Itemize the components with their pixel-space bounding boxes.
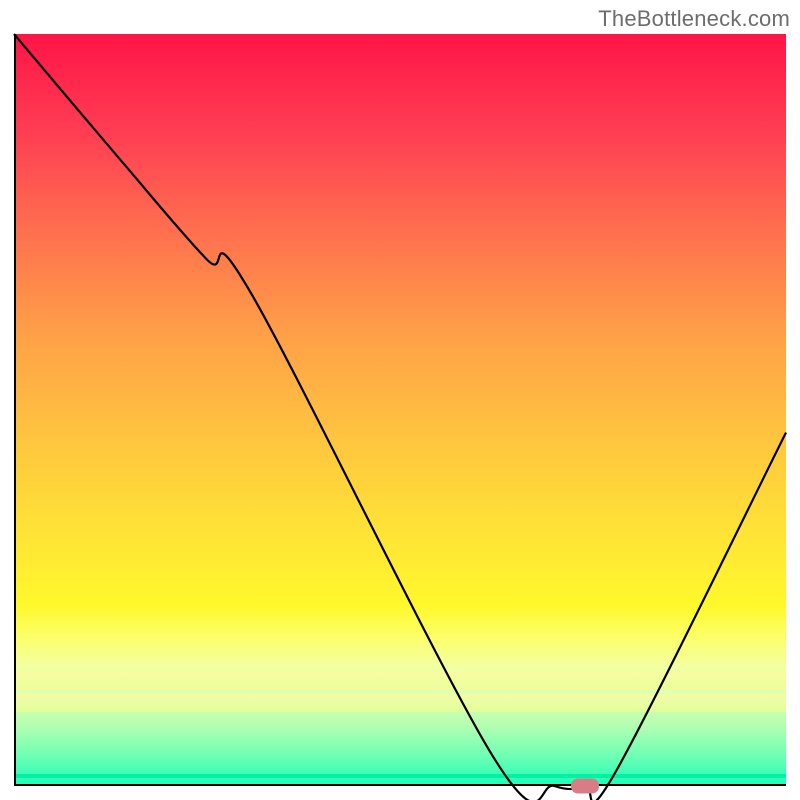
plot-area xyxy=(14,34,786,786)
curve-svg xyxy=(14,34,786,786)
chart-container: TheBottleneck.com xyxy=(0,0,800,800)
curve-path xyxy=(14,34,786,800)
watermark-text: TheBottleneck.com xyxy=(598,6,790,32)
marker-dot xyxy=(571,779,599,794)
